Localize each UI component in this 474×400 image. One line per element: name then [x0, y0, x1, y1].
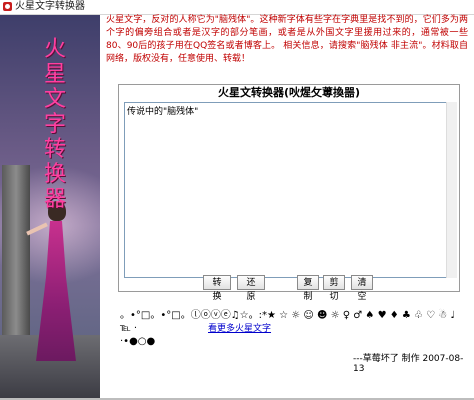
vertical-title-char: 火: [43, 37, 66, 62]
vertical-title-char: 器: [43, 187, 66, 212]
vertical-title-char: 文: [43, 87, 66, 112]
clear-button[interactable]: 清空: [351, 275, 373, 302]
vertical-title-char: 星: [43, 62, 66, 87]
symbol-line: 。•°□。•°□。ⓛⓞⓥⓔ♫☆。:*★ ☆ ☼ ☺ ☻ ☼ ♀ ♂ ♠ ♥ ♦ …: [120, 310, 456, 334]
restore-button[interactable]: 还 原: [237, 275, 265, 302]
converter-text-input[interactable]: 传说中的"脑残体": [124, 102, 448, 278]
more-symbols-link[interactable]: 看更多火星文字: [208, 321, 271, 334]
convert-button[interactable]: 转 换: [203, 275, 231, 302]
sidebar-artwork: 火 星 文 字 转 换 器: [0, 15, 100, 398]
textarea-scrollbar[interactable]: [446, 102, 457, 278]
cut-button[interactable]: 剪切: [323, 275, 345, 302]
converter-heading: 火星文转换器(吙煋攵蒪換噐): [217, 86, 361, 99]
vertical-title: 火 星 文 字 转 换 器: [42, 37, 68, 212]
intro-paragraph: 火星文字，反对的人称它为"脑残体"。这种新字体有些字在字典里是找不到的，它们多为…: [106, 15, 468, 64]
vertical-title-char: 字: [43, 112, 66, 137]
vertical-title-char: 转: [43, 137, 66, 162]
author-signature: ---草莓坏了 制作 2007-08-13: [353, 354, 464, 374]
vertical-title-char: 换: [43, 162, 66, 187]
copy-button[interactable]: 复制: [297, 275, 319, 302]
title-bar: 火星文字转换器: [0, 0, 474, 15]
window-title: 火星文字转换器: [15, 1, 85, 12]
symbol-strip: 。•°□。•°□。ⓛⓞⓥⓔ♫☆。:*★ ☆ ☼ ☺ ☻ ☼ ♀ ♂ ♠ ♥ ♦ …: [120, 309, 468, 348]
converter-panel: 火星文转换器(吙煋攵蒪換噐) 传说中的"脑残体": [118, 84, 460, 292]
symbol-line: ·•●○●: [120, 336, 156, 347]
app-icon: [3, 2, 12, 11]
